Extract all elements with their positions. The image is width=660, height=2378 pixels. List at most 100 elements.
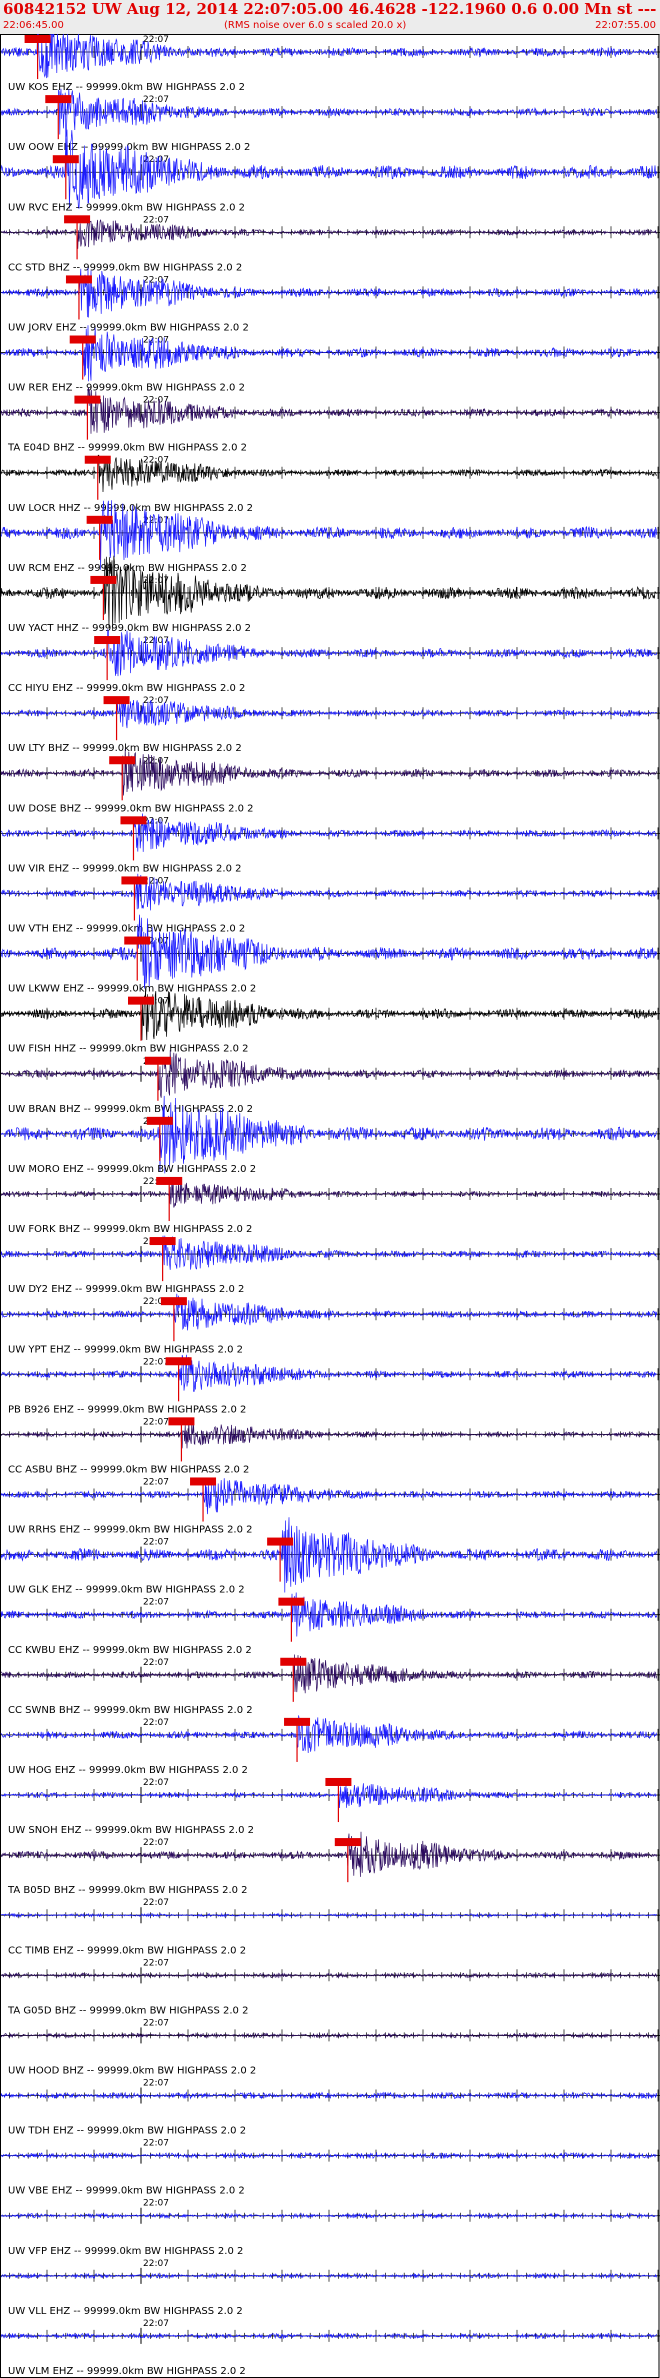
pick-marker	[120, 816, 147, 825]
pick-marker	[103, 696, 130, 705]
minute-label: 22:07	[143, 2079, 169, 2089]
waveform	[0, 1235, 657, 1270]
trace-label: UW FORK BHZ -- 99999.0km BW HIGHPASS 2.0…	[8, 1224, 252, 1235]
waveform	[0, 1715, 658, 1754]
pick-marker	[84, 455, 111, 464]
minute-label: 22:07	[143, 1658, 169, 1668]
trace-36: 22:07 UW VFP EHZ -- 99999.0km BW HIGHPASS…	[0, 2199, 660, 2257]
pick-marker	[325, 1777, 352, 1786]
record-header: 60842152 UW Aug 12, 2014 22:07:05.00 46.…	[0, 0, 660, 35]
waveform	[0, 1592, 658, 1637]
minute-label: 22:07	[143, 1778, 169, 1788]
trace-label: TA E04D BHZ -- 99999.0km BW HIGHPASS 2.0…	[7, 443, 247, 454]
trace-label: CC STD BHZ -- 99999.0km BW HIGHPASS 2.0 …	[8, 262, 242, 273]
waveform	[0, 1050, 658, 1098]
trace-label: UW KOS EHZ -- 99999.0km BW HIGHPASS 2.0 …	[8, 82, 245, 93]
pick-marker	[156, 1176, 183, 1185]
trace-21: 22:07UW YPT EHZ -- 99999.0km BW HIGHPASS…	[0, 1293, 660, 1355]
trace-17: 22:07UW BRAN BHZ -- 99999.0km BW HIGHPAS…	[0, 1050, 660, 1115]
pick-marker	[146, 1116, 173, 1125]
pick-marker	[160, 1297, 187, 1306]
start-time-label: 22:06:45.00	[3, 20, 64, 31]
pick-marker	[280, 1657, 307, 1666]
trace-4: 22:07UW JORV EHZ -- 99999.0km BW HIGHPAS…	[0, 267, 660, 334]
pick-marker	[86, 515, 113, 524]
minute-label: 22:07	[143, 2319, 169, 2329]
trace-label: UW RCM EHZ -- 99999.0km BW HIGHPASS 2.0 …	[8, 563, 247, 574]
trace-16: 22:07UW FISH HHZ -- 99999.0km BW HIGHPAS…	[0, 987, 660, 1055]
trace-5: 22:07 UW RER EHZ -- 99999.0km BW HIGHPASS…	[0, 325, 660, 394]
scaling-note: (RMS noise over 6.0 s scaled 20.0 x)	[224, 20, 407, 31]
pick-marker	[267, 1537, 294, 1546]
minute-label: 22:07	[143, 215, 169, 225]
pick-marker	[190, 1477, 217, 1486]
trace-label: UW VIR EHZ -- 99999.0km BW HIGHPASS 2.0 …	[8, 863, 242, 874]
pick-marker	[52, 155, 79, 164]
pick-marker	[168, 1417, 195, 1426]
trace-label: CC HIYU EHZ -- 99999.0km BW HIGHPASS 2.0…	[8, 683, 245, 694]
trace-label: UW OOW EHZ -- 99999.0km BW HIGHPASS 2.0 …	[8, 142, 250, 153]
trace-22: 22:07 PB B926 EHZ -- 99999.0km BW HIGHPAS…	[0, 1354, 660, 1415]
trace-label: UW RRHS EHZ -- 99999.0km BW HIGHPASS 2.0…	[8, 1525, 253, 1536]
waveform	[0, 325, 658, 382]
minute-label: 22:07	[143, 2259, 169, 2269]
trace-38: 22:07 UW VLM EHZ -- 99999.0km BW HIGHPASS…	[0, 2319, 660, 2377]
trace-26: 22:07 CC KWBU EHZ -- 99999.0km BW HIGHPAS…	[0, 1592, 660, 1656]
event-title: 60842152 UW Aug 12, 2014 22:07:05.00 46.…	[3, 0, 658, 18]
trace-label: UW GLK EHZ -- 99999.0km BW HIGHPASS 2.0 …	[8, 1585, 245, 1596]
trace-30: 22:07 TA B05D BHZ -- 99999.0km BW HIGHPAS…	[0, 1831, 660, 1896]
minute-label: 22:07	[143, 1898, 169, 1908]
minute-label: 22:07	[143, 1718, 169, 1728]
trace-label: UW RVC EHZ -- 99999.0km BW HIGHPASS 2.0 …	[8, 202, 245, 213]
trace-23: 22:07 CC ASBU BHZ -- 99999.0km BW HIGHPAS…	[0, 1417, 660, 1475]
minute-label: 22:07	[143, 95, 169, 105]
pick-marker	[121, 876, 148, 885]
pick-marker	[278, 1597, 305, 1606]
trace-label: UW VLM EHZ -- 99999.0km BW HIGHPASS 2.0 …	[8, 2366, 246, 2377]
waveform	[1, 1654, 658, 1694]
trace-label: UW VLL EHZ -- 99999.0km BW HIGHPASS 2.0 …	[8, 2306, 243, 2317]
pick-marker	[24, 35, 51, 43]
pick-marker	[45, 95, 72, 104]
pick-marker	[165, 1357, 192, 1366]
minute-label: 22:07	[143, 2139, 169, 2149]
trace-label: UW FISH HHZ -- 99999.0km BW HIGHPASS 2.0…	[8, 1044, 249, 1055]
trace-29: 22:07 UW SNOH EHZ -- 99999.0km BW HIGHPAS…	[0, 1777, 660, 1836]
trace-label: CC SWNB BHZ -- 99999.0km BW HIGHPASS 2.0…	[8, 1705, 253, 1716]
pick-marker	[149, 1237, 176, 1246]
end-time-label: 22:07:55.00	[595, 20, 656, 31]
trace-27: 22:07 CC SWNB BHZ -- 99999.0km BW HIGHPAS…	[0, 1654, 660, 1716]
trace-0: 22:07 UW KOS EHZ -- 99999.0km BW HIGHPASS…	[0, 34, 660, 93]
trace-label: UW HOG EHZ -- 99999.0km BW HIGHPASS 2.0 …	[8, 1765, 248, 1776]
trace-label: UW HOOD BHZ -- 99999.0km BW HIGHPASS 2.0…	[8, 2065, 256, 2076]
minute-label: 22:07	[143, 1958, 169, 1968]
trace-label: UW RER EHZ -- 99999.0km BW HIGHPASS 2.0 …	[8, 383, 245, 394]
trace-28: 22:07 UW HOG EHZ -- 99999.0km BW HIGHPASS…	[0, 1715, 660, 1776]
trace-label: UW SNOH EHZ -- 99999.0km BW HIGHPASS 2.0…	[8, 1825, 254, 1836]
pick-marker	[144, 1056, 171, 1065]
trace-label: UW TDH EHZ -- 99999.0km BW HIGHPASS 2.0 …	[8, 2126, 246, 2137]
trace-34: 22:07 UW TDH EHZ -- 99999.0km BW HIGHPASS…	[0, 2079, 660, 2137]
trace-label: UW VTH EHZ -- 99999.0km BW HIGHPASS 2.0 …	[8, 924, 245, 935]
trace-3: 22:07 CC STD BHZ -- 99999.0km BW HIGHPASS…	[0, 215, 660, 273]
trace-label: UW YPT EHZ -- 99999.0km BW HIGHPASS 2.0 …	[8, 1344, 243, 1355]
pick-marker	[65, 275, 92, 284]
trace-10: 22:07CC HIYU EHZ -- 99999.0km BW HIGHPAS…	[0, 628, 660, 694]
pick-marker	[109, 756, 136, 765]
trace-1: 22:07 UW OOW EHZ -- 99999.0km BW HIGHPASS…	[0, 88, 660, 153]
minute-label: 22:07	[143, 1417, 169, 1427]
trace-label: CC KWBU EHZ -- 99999.0km BW HIGHPASS 2.0…	[8, 1645, 252, 1656]
trace-19: 22:07UW FORK BHZ -- 99999.0km BW HIGHPAS…	[0, 1176, 660, 1235]
trace-label: UW JORV EHZ -- 99999.0km BW HIGHPASS 2.0…	[8, 323, 249, 334]
minute-label: 22:07	[143, 1838, 169, 1848]
trace-13: 22:07UW VIR EHZ -- 99999.0km BW HIGHPASS…	[0, 813, 660, 874]
trace-label: UW MORO EHZ -- 99999.0km BW HIGHPASS 2.0…	[8, 1164, 256, 1175]
trace-label: UW VBE EHZ -- 99999.0km BW HIGHPASS 2.0 …	[8, 2186, 245, 2197]
pick-marker	[94, 636, 121, 645]
trace-label: UW BRAN BHZ -- 99999.0km BW HIGHPASS 2.0…	[8, 1104, 253, 1115]
trace-12: 22:07UW DOSE BHZ -- 99999.0km BW HIGHPAS…	[0, 748, 660, 814]
pick-marker	[124, 936, 151, 945]
minute-label: 22:07	[143, 2018, 169, 2028]
trace-20: 22:07UW DY2 EHZ -- 99999.0km BW HIGHPASS…	[0, 1235, 660, 1295]
trace-35: 22:07 UW VBE EHZ -- 99999.0km BW HIGHPASS…	[0, 2139, 660, 2197]
